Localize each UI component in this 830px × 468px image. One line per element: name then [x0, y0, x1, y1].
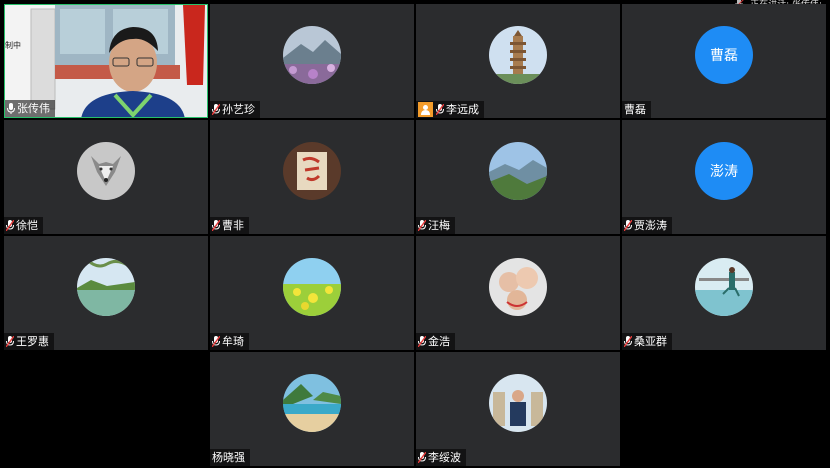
participant-tile[interactable]: 金浩 — [416, 236, 620, 350]
mic-muted-icon — [418, 220, 426, 231]
participant-tile[interactable]: 孙艺珍 — [210, 4, 414, 118]
participant-tile[interactable]: 李远成 — [416, 4, 620, 118]
name-label: 徐恺 — [4, 217, 43, 234]
mic-muted-icon — [212, 220, 220, 231]
participant-tile[interactable]: 汪梅 — [416, 120, 620, 234]
name-label: 杨晓强 — [210, 449, 250, 466]
avatar — [77, 258, 135, 316]
name-label: 张传伟 — [5, 100, 55, 117]
participant-tile[interactable]: 曹非 — [210, 120, 414, 234]
avatar — [283, 142, 341, 200]
mic-icon — [7, 103, 15, 114]
mic-muted-icon — [418, 336, 426, 347]
name-label: 牟琦 — [210, 333, 249, 350]
name-label: 曹磊 — [622, 101, 651, 118]
participant-tile[interactable]: 曹磊 曹磊 — [622, 4, 826, 118]
avatar — [283, 26, 341, 84]
avatar — [489, 142, 547, 200]
name-label: 贾澎涛 — [622, 217, 672, 234]
name-label: 李绥波 — [416, 449, 466, 466]
mic-muted-icon — [212, 336, 220, 347]
mic-muted-icon — [624, 220, 632, 231]
name-label: 曹非 — [210, 217, 249, 234]
name-label: 李远成 — [416, 101, 484, 118]
participant-tile[interactable]: 李绥波 — [416, 352, 620, 466]
avatar-initials: 澎涛 — [695, 142, 753, 200]
avatar — [283, 374, 341, 432]
avatar — [489, 26, 547, 84]
avatar — [489, 374, 547, 432]
mic-muted-icon — [418, 452, 426, 463]
overlay-text: 制中 — [5, 41, 21, 50]
user-icon — [418, 102, 433, 117]
participant-tile[interactable]: 桑亚群 — [622, 236, 826, 350]
name-label: 孙艺珍 — [210, 101, 260, 118]
participant-tile[interactable]: 徐恺 — [4, 120, 208, 234]
avatar — [489, 258, 547, 316]
name-label: 汪梅 — [416, 217, 455, 234]
participant-tile[interactable]: 牟琦 — [210, 236, 414, 350]
mic-muted-icon — [6, 220, 14, 231]
name-label: 金浩 — [416, 333, 455, 350]
avatar — [77, 142, 135, 200]
name-label: 桑亚群 — [622, 333, 672, 350]
mic-muted-icon — [6, 336, 14, 347]
mic-muted-icon — [212, 104, 220, 115]
mic-muted-icon — [624, 336, 632, 347]
mic-muted-icon — [436, 104, 444, 115]
participant-tile[interactable]: 王罗惠 — [4, 236, 208, 350]
avatar — [283, 258, 341, 316]
avatar — [695, 258, 753, 316]
name-label: 王罗惠 — [4, 333, 54, 350]
participant-tile[interactable]: 澎涛 贾澎涛 — [622, 120, 826, 234]
participant-tile[interactable]: 杨晓强 — [210, 352, 414, 466]
video-tile-self[interactable]: 制中 张传伟 — [4, 4, 208, 118]
avatar-initials: 曹磊 — [695, 26, 753, 84]
